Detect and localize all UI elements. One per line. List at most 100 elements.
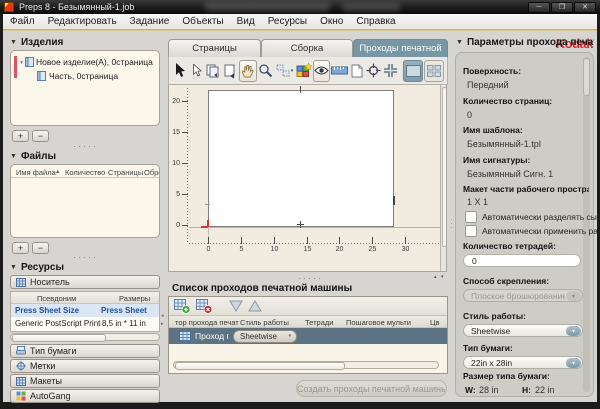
h-ruler-label: 5 bbox=[235, 246, 248, 253]
inspector-splitter[interactable]: ··· bbox=[448, 38, 455, 398]
workstyle-dropdown[interactable]: Sheetwise ▾ bbox=[463, 324, 583, 337]
split-align-button[interactable] bbox=[382, 61, 398, 81]
autogang-label: AutoGang bbox=[30, 391, 71, 401]
splitter-grip[interactable]: ····· bbox=[73, 143, 98, 149]
checkbox[interactable] bbox=[465, 225, 477, 237]
add-product-button[interactable]: + bbox=[12, 130, 29, 142]
media-table-hscrollbar[interactable] bbox=[10, 333, 160, 341]
inspector-header[interactable]: ▼ Параметры прохода печатной маши bbox=[456, 37, 594, 48]
splitter-grip[interactable]: ····· bbox=[73, 254, 98, 260]
press-sheet[interactable] bbox=[208, 90, 394, 227]
auto-split-checkbox-row[interactable]: Автоматически разделять сырье bbox=[465, 211, 600, 223]
delete-press-run-button[interactable] bbox=[196, 299, 213, 314]
media-accordion-button[interactable]: Носитель bbox=[10, 275, 160, 289]
tab-pages[interactable]: Страницы bbox=[168, 39, 261, 57]
canvas-vscrollbar[interactable] bbox=[440, 85, 447, 271]
row-workstyle-dropdown[interactable]: Sheetwise ▾ bbox=[233, 330, 297, 343]
zoom-tool-button[interactable] bbox=[258, 61, 274, 81]
pr-col-stepmulti[interactable]: Пошаговое мульти bbox=[346, 318, 411, 327]
panel-collapse-right-icon[interactable]: ▸ bbox=[161, 322, 164, 327]
copy-page-tool-button[interactable] bbox=[205, 61, 221, 81]
paper-height-value: 22 in bbox=[535, 385, 555, 395]
gang-pages-icon bbox=[296, 63, 312, 78]
menu-objects[interactable]: Объекты bbox=[182, 16, 223, 27]
files-col-name[interactable]: Имя файла bbox=[16, 168, 56, 177]
add-file-button[interactable]: + bbox=[12, 242, 29, 254]
paper-width-label: W: bbox=[465, 385, 476, 395]
signature-count-label: Количество тетрадей: bbox=[463, 241, 556, 251]
products-section-header[interactable]: ▼ Изделия bbox=[10, 37, 63, 48]
media-row-printer[interactable]: Generic PostScript Printer 8,5 in * 11 i… bbox=[11, 317, 160, 330]
pr-col-colors[interactable]: Цв bbox=[430, 318, 440, 327]
close-button[interactable]: ✕ bbox=[574, 2, 596, 13]
direct-select-tool-button[interactable] bbox=[189, 61, 205, 81]
press-run-hscrollbar[interactable] bbox=[173, 361, 439, 369]
splitter-collapse-up-icon[interactable]: ▴ bbox=[434, 274, 437, 280]
panel-collapse-left-icon[interactable]: ◂ bbox=[161, 314, 164, 319]
preview-toggle-button[interactable] bbox=[313, 60, 331, 82]
marks-accordion-button[interactable]: Метки bbox=[10, 359, 160, 373]
center-marks-button[interactable] bbox=[366, 61, 382, 81]
menu-window[interactable]: Окно bbox=[320, 16, 343, 27]
tab-press-runs[interactable]: Проходы печатной маши bbox=[353, 39, 448, 57]
move-page-tool-button[interactable] bbox=[222, 61, 238, 81]
measure-tool-button[interactable] bbox=[331, 61, 348, 81]
tab-assembly[interactable]: Сборка bbox=[261, 39, 353, 57]
files-col-count[interactable]: Количество bbox=[65, 168, 105, 177]
media-cell-alias: Generic PostScript Printer bbox=[15, 319, 101, 328]
paper-type-accordion-button[interactable]: Тип бумаги bbox=[10, 344, 160, 358]
autogang-accordion-button[interactable]: AutoGang bbox=[10, 389, 160, 403]
marks-label: Метки bbox=[30, 361, 55, 371]
media-col-size[interactable]: Размеры bbox=[119, 294, 150, 303]
create-press-runs-button[interactable]: Создать проходы печатной машины bbox=[296, 380, 447, 397]
splitter-grip: ····· bbox=[298, 275, 323, 281]
pr-col-workstyle[interactable]: Стиль работы bbox=[240, 318, 289, 327]
imposition-canvas[interactable]: 20 15 10 5 0 0 5 10 15 20 25 30 bbox=[168, 85, 447, 272]
menu-help[interactable]: Справка bbox=[356, 16, 395, 27]
ruler-icon bbox=[331, 65, 348, 76]
move-down-button[interactable] bbox=[229, 300, 243, 312]
pr-col-id[interactable]: тор прохода печат bbox=[175, 318, 239, 327]
menu-file[interactable]: Файл bbox=[10, 16, 35, 27]
menu-job[interactable]: Задание bbox=[130, 16, 170, 27]
maximize-button[interactable]: ❐ bbox=[551, 2, 573, 13]
paper-type-dropdown[interactable]: 22in x 28in ▾ bbox=[463, 356, 583, 369]
splitter-collapse-down-icon[interactable]: ▾ bbox=[441, 274, 444, 280]
paper-type-label: Тип бумаги: bbox=[463, 343, 513, 353]
auto-apply-size-checkbox-row[interactable]: Автоматически применить размер bbox=[465, 225, 600, 237]
multi-view-toggle[interactable] bbox=[424, 60, 444, 82]
title-bar[interactable]: Preps 8 - Безымянный-1.job ─ ❐ ✕ bbox=[0, 0, 600, 14]
scrollbar-thumb[interactable] bbox=[583, 58, 590, 96]
files-col-pages[interactable]: Страницы bbox=[108, 168, 143, 177]
templates-accordion-button[interactable]: Макеты bbox=[10, 374, 160, 388]
scrollbar-thumb[interactable] bbox=[175, 362, 345, 370]
product-part-item[interactable]: Часть, 0страница bbox=[37, 71, 118, 81]
menu-resources[interactable]: Ресурсы bbox=[268, 16, 307, 27]
marquee-group-tool-button[interactable]: ▾ bbox=[274, 61, 294, 81]
pan-tool-button[interactable] bbox=[239, 60, 257, 82]
files-col-trim[interactable]: Обрезк bbox=[144, 168, 159, 177]
remove-file-button[interactable]: − bbox=[32, 242, 49, 254]
pr-col-signatures[interactable]: Тетради bbox=[305, 318, 333, 327]
product-tree-item[interactable]: ▾ Новое изделие(А), 0страница bbox=[20, 57, 153, 67]
single-view-toggle[interactable] bbox=[403, 60, 423, 82]
checkbox[interactable] bbox=[465, 211, 477, 223]
scrollbar-thumb[interactable] bbox=[12, 334, 106, 342]
autogang-tool-button[interactable] bbox=[296, 61, 312, 81]
resources-section-header[interactable]: ▼ Ресурсы bbox=[10, 262, 64, 273]
auto-apply-size-label: Автоматически применить размер bbox=[482, 226, 600, 236]
menu-view[interactable]: Вид bbox=[237, 16, 255, 27]
media-col-alias[interactable]: Псевдоним bbox=[37, 294, 76, 303]
remove-product-button[interactable]: − bbox=[32, 130, 49, 142]
files-section-header[interactable]: ▼ Файлы bbox=[10, 151, 56, 162]
page-info-button[interactable] bbox=[349, 61, 365, 81]
signature-count-input[interactable]: 0 bbox=[463, 254, 581, 267]
minimize-button[interactable]: ─ bbox=[528, 2, 550, 13]
press-run-row-selected[interactable]: Проход пе Sheetwise ▾ bbox=[169, 328, 447, 344]
add-press-run-button[interactable] bbox=[174, 299, 191, 314]
select-tool-button[interactable] bbox=[172, 61, 188, 81]
page-count-value: 0 bbox=[467, 110, 472, 120]
media-row-press-sheet[interactable]: Press Sheet Size Press Sheet bbox=[11, 304, 160, 317]
menu-edit[interactable]: Редактировать bbox=[48, 16, 117, 27]
move-up-button[interactable] bbox=[248, 300, 262, 312]
